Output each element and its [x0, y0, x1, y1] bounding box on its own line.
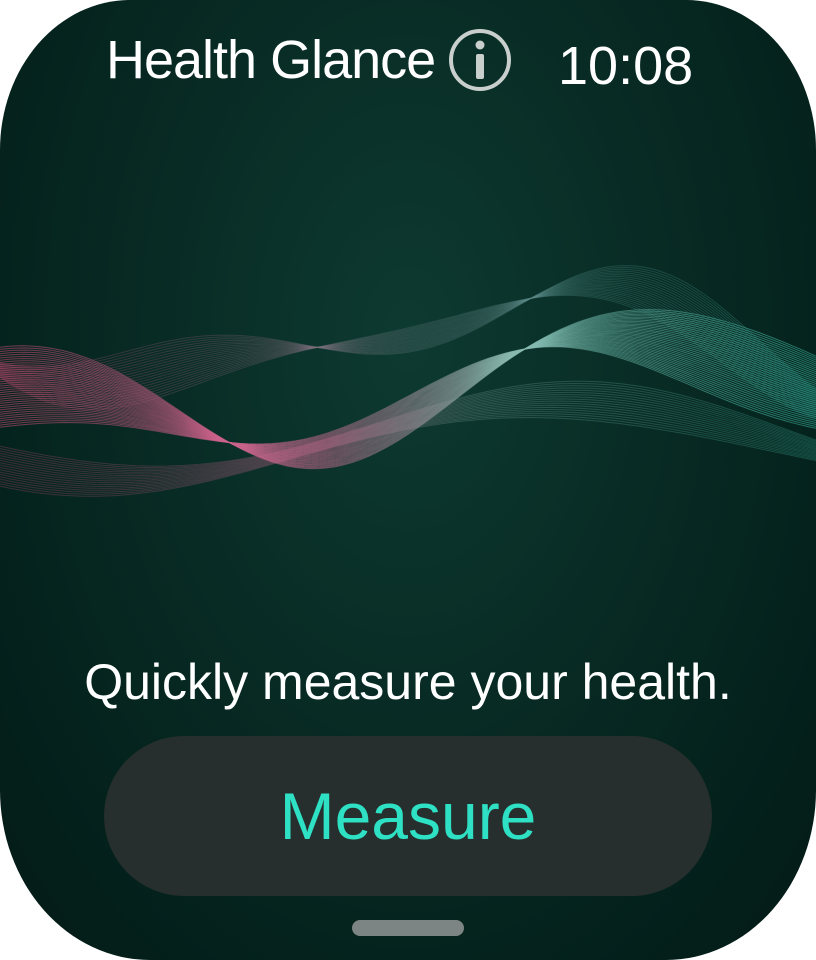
watch-screen: Health Glance 10:08 Quickly measure your…: [0, 0, 816, 960]
app-title: Health Glance: [106, 30, 436, 90]
measure-button-label: Measure: [279, 779, 537, 853]
measure-prompt: Quickly measure your health.: [84, 654, 732, 710]
home-indicator[interactable]: [352, 920, 464, 936]
info-icon[interactable]: [446, 26, 514, 94]
measure-button[interactable]: Measure: [104, 736, 712, 896]
wave-graphic: [0, 265, 816, 497]
status-bar: Health Glance 10:08: [0, 24, 816, 104]
clock-time: 10:08: [558, 36, 694, 96]
